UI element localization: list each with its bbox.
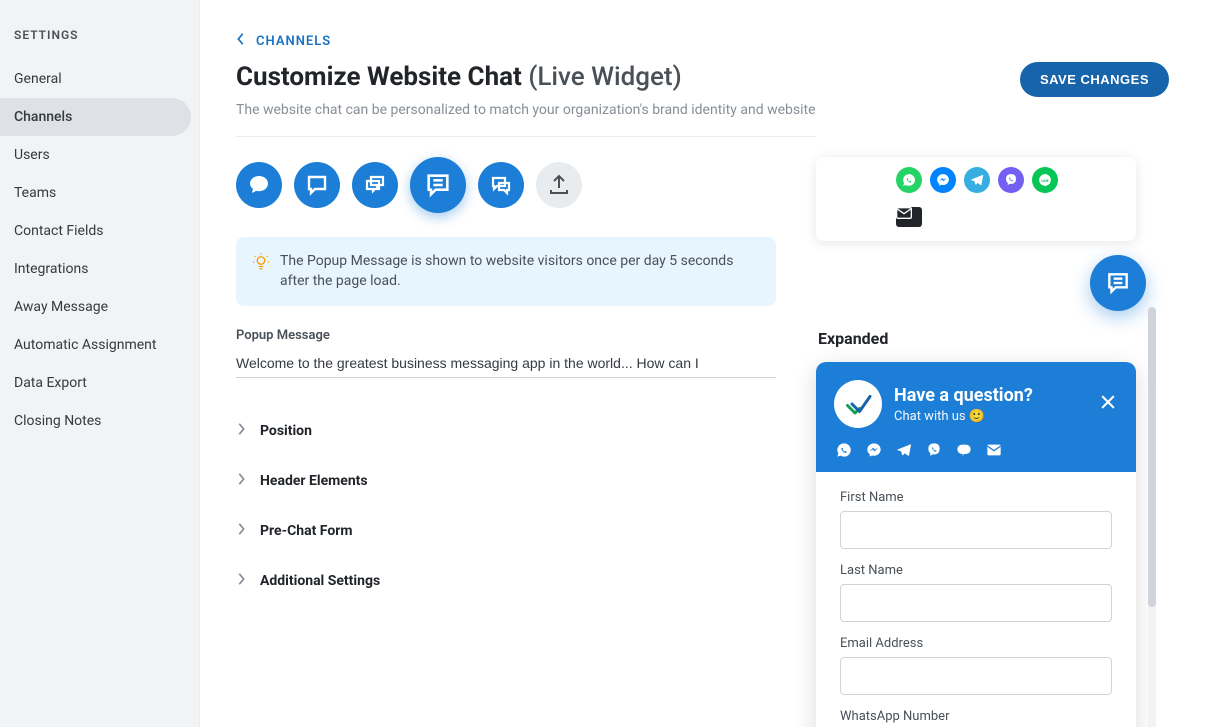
chevron-left-icon [236, 32, 246, 50]
svg-text:LINE: LINE [1041, 179, 1048, 183]
email-icon [896, 207, 922, 227]
accordion-header-elements[interactable]: Header Elements [236, 456, 776, 506]
viber-icon [998, 167, 1024, 193]
sidebar-heading: SETTINGS [0, 28, 199, 60]
widget-icon-option-chat-lines[interactable] [410, 157, 466, 213]
form-input-last-name[interactable] [840, 584, 1112, 622]
form-label-email: Email Address [840, 636, 1112, 651]
chat-widget-preview: Have a question? Chat with us 🙂 [816, 362, 1136, 727]
sidebar-item-channels[interactable]: Channels [0, 98, 191, 136]
telegram-icon [964, 167, 990, 193]
whatsapp-icon[interactable] [836, 442, 852, 458]
telegram-icon[interactable] [896, 442, 912, 458]
sidebar-item-general[interactable]: General [0, 60, 199, 98]
form-label-whatsapp-number: WhatsApp Number [840, 709, 1112, 724]
email-icon[interactable] [986, 442, 1002, 458]
sidebar-item-integrations[interactable]: Integrations [0, 250, 199, 288]
lightbulb-icon [252, 253, 270, 275]
sidebar-item-contact-fields[interactable]: Contact Fields [0, 212, 199, 250]
close-icon[interactable] [1098, 392, 1118, 416]
chevron-right-icon [236, 472, 246, 490]
preview-column: LINE Expanded Have a q [816, 157, 1156, 727]
breadcrumb[interactable]: CHANNELS [236, 32, 1169, 50]
sidebar-item-closing-notes[interactable]: Closing Notes [0, 402, 199, 440]
popup-message-label: Popup Message [236, 328, 776, 343]
page-title: Customize Website Chat (Live Widget) [236, 62, 816, 92]
preview-expanded-label: Expanded [816, 329, 1156, 348]
chevron-right-icon [236, 422, 246, 440]
save-changes-button[interactable]: SAVE CHANGES [1020, 62, 1169, 97]
widget-icon-upload-custom[interactable] [536, 162, 582, 208]
accordion-label: Pre-Chat Form [260, 523, 353, 539]
whatsapp-icon [896, 167, 922, 193]
sidebar-item-data-export[interactable]: Data Export [0, 364, 199, 402]
chevron-right-icon [236, 572, 246, 590]
accordion-label: Additional Settings [260, 573, 380, 589]
accordion-position[interactable]: Position [236, 406, 776, 456]
form-input-email[interactable] [840, 657, 1112, 695]
settings-sidebar: SETTINGS General Channels Users Teams Co… [0, 0, 200, 727]
widget-launcher-button[interactable] [1090, 255, 1146, 311]
popup-message-input[interactable] [236, 349, 776, 378]
page-subtitle: The website chat can be personalized to … [236, 102, 816, 137]
accordion-label: Position [260, 423, 312, 439]
accordion-additional-settings[interactable]: Additional Settings [236, 556, 776, 606]
page-title-suffix: (Live Widget) [528, 62, 681, 92]
widget-icon-option-chat-double[interactable] [352, 162, 398, 208]
widget-icon-option-chat-square[interactable] [294, 162, 340, 208]
widget-icon-option-chat-bubble[interactable] [236, 162, 282, 208]
accordion-prechat-form[interactable]: Pre-Chat Form [236, 506, 776, 556]
sidebar-item-away-message[interactable]: Away Message [0, 288, 199, 326]
line-icon: LINE [1032, 167, 1058, 193]
form-label-last-name: Last Name [840, 563, 1112, 578]
viber-icon[interactable] [926, 442, 942, 458]
main-content: CHANNELS Customize Website Chat (Live Wi… [200, 0, 1205, 727]
chat-subtitle: Chat with us 🙂 [894, 409, 1086, 424]
tip-callout: The Popup Message is shown to website vi… [236, 237, 776, 306]
accordion-label: Header Elements [260, 473, 368, 489]
scrollbar[interactable] [1148, 307, 1156, 727]
tip-text: The Popup Message is shown to website vi… [280, 251, 760, 292]
widget-icon-option-chat-multi[interactable] [478, 162, 524, 208]
preview-collapsed-card: LINE [816, 157, 1136, 241]
scrollbar-thumb[interactable] [1148, 307, 1156, 607]
sidebar-item-teams[interactable]: Teams [0, 174, 199, 212]
chat-title: Have a question? [894, 384, 1086, 407]
sidebar-item-users[interactable]: Users [0, 136, 199, 174]
form-input-first-name[interactable] [840, 511, 1112, 549]
widget-icon-picker [236, 157, 776, 213]
sidebar-item-automatic-assignment[interactable]: Automatic Assignment [0, 326, 199, 364]
breadcrumb-label: CHANNELS [256, 34, 331, 49]
chevron-right-icon [236, 522, 246, 540]
avatar [834, 380, 882, 428]
line-icon[interactable] [956, 442, 972, 458]
form-label-first-name: First Name [840, 490, 1112, 505]
messenger-icon [930, 167, 956, 193]
messenger-icon[interactable] [866, 442, 882, 458]
